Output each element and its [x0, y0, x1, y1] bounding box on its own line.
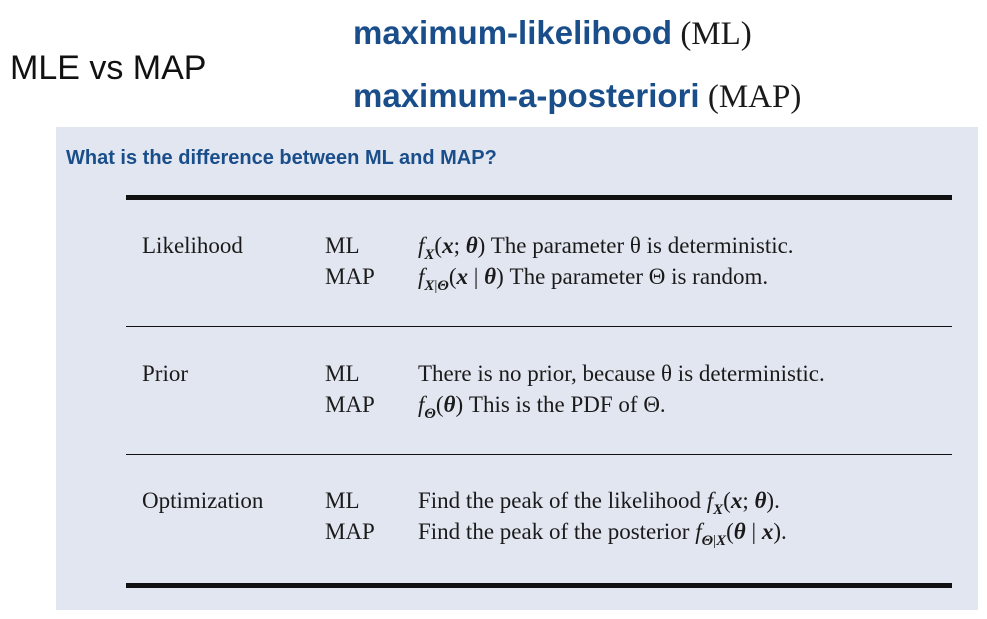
- card-title: What is the difference between ML and MA…: [66, 147, 497, 169]
- row-prior-ml-desc: There is no prior, because θ is determin…: [418, 358, 825, 389]
- row-optimization-ml-label: ML: [325, 488, 360, 513]
- prior-ml-text: There is no prior, because θ is determin…: [418, 361, 825, 386]
- row-prior-ml-label: ML: [325, 361, 360, 386]
- term-ml-abbr: (ML): [680, 16, 752, 52]
- row-likelihood-ml-label: ML: [325, 233, 360, 258]
- term-map: maximum-a-posteriori (MAP): [353, 77, 801, 116]
- row-optimization-map-label: MAP: [325, 519, 375, 544]
- table-bottom-rule: [126, 583, 952, 588]
- likelihood-map-text: The parameter Θ is random.: [509, 264, 769, 289]
- row-likelihood-map-desc: fX|Θ(x | θ) The parameter Θ is random.: [418, 261, 768, 302]
- term-map-name: maximum-a-posteriori: [353, 77, 700, 114]
- likelihood-ml-text: The parameter θ is deterministic.: [490, 233, 794, 258]
- likelihood-map-formula: fX|Θ(x | θ): [418, 264, 504, 294]
- prior-map-formula: fΘ(θ): [418, 392, 464, 422]
- row-category-optimization: Optimization: [142, 488, 264, 513]
- term-map-abbr: (MAP): [707, 79, 802, 115]
- prior-map-text: This is the PDF of Θ.: [468, 392, 666, 417]
- row-divider-2: [126, 454, 952, 456]
- optimization-map-text: Find the peak of the posterior: [418, 519, 690, 544]
- row-prior-map-label: MAP: [325, 392, 375, 417]
- row-category-prior: Prior: [142, 361, 188, 386]
- optimization-map-formula: fΘ|X(θ | x).: [695, 519, 787, 549]
- row-category-likelihood: Likelihood: [142, 233, 243, 258]
- table-top-rule: [126, 195, 952, 200]
- row-likelihood-map-label: MAP: [325, 264, 375, 289]
- row-divider-1: [126, 326, 952, 328]
- term-ml-name: maximum-likelihood: [353, 14, 673, 51]
- term-ml: maximum-likelihood (ML): [353, 14, 752, 53]
- comparison-card: What is the difference between ML and MA…: [56, 127, 978, 610]
- likelihood-ml-formula: fX(x; θ): [418, 233, 486, 263]
- optimization-ml-formula: fX(x; θ).: [706, 488, 780, 518]
- row-optimization-map-desc: Find the peak of the posterior fΘ|X(θ | …: [418, 516, 787, 557]
- optimization-ml-text: Find the peak of the likelihood: [418, 488, 701, 513]
- slide-title: MLE vs MAP: [10, 49, 207, 87]
- row-prior-map-desc: fΘ(θ) This is the PDF of Θ.: [418, 389, 666, 430]
